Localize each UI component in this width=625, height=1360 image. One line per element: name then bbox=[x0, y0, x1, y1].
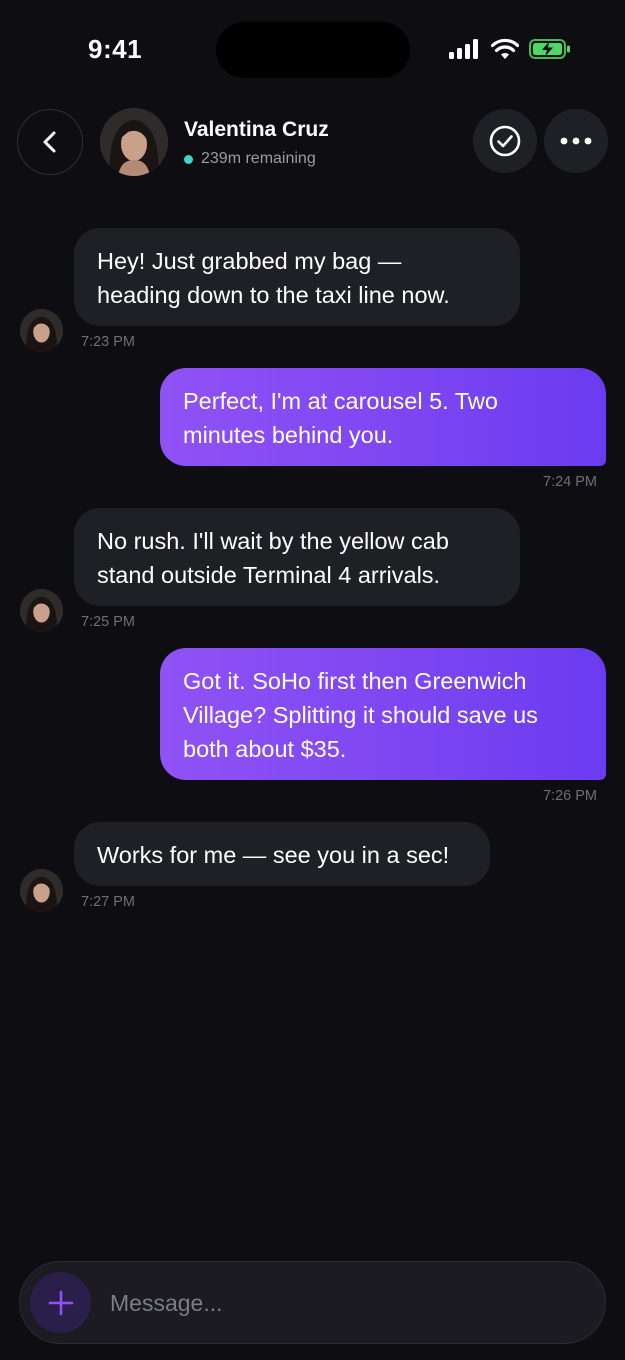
message-line: minutes behind you. bbox=[183, 422, 394, 448]
message-input[interactable] bbox=[110, 1282, 580, 1324]
avatar-portrait bbox=[20, 869, 63, 912]
message-line: stand outside Terminal 4 arrivals. bbox=[97, 562, 441, 588]
mark-complete-button[interactable] bbox=[473, 109, 537, 173]
back-button[interactable] bbox=[17, 109, 83, 175]
message-timestamp: 7:27 PM bbox=[81, 894, 135, 910]
plus-icon bbox=[48, 1290, 73, 1315]
sender-avatar[interactable] bbox=[20, 309, 63, 352]
presence-text: 239m remaining bbox=[201, 150, 316, 167]
avatar-portrait bbox=[100, 108, 168, 176]
status-time: 9:41 bbox=[88, 34, 143, 64]
dynamic-island bbox=[216, 22, 410, 78]
avatar-portrait bbox=[20, 589, 63, 632]
message-timestamp: 7:25 PM bbox=[81, 614, 135, 630]
online-indicator bbox=[184, 154, 193, 164]
message-line: Got it. SoHo first then Greenwich bbox=[183, 668, 527, 694]
more-options-button[interactable] bbox=[544, 109, 608, 173]
message-line: Hey! Just grabbed my bag — bbox=[97, 248, 402, 274]
ellipsis-icon bbox=[560, 137, 592, 145]
battery-charging-icon bbox=[529, 39, 570, 59]
contact-name: Valentina Cruz bbox=[184, 118, 329, 141]
incoming-message-bubble[interactable]: Works for me — see you in a sec! bbox=[74, 822, 490, 886]
status-icons bbox=[449, 38, 571, 60]
check-circle-icon bbox=[489, 125, 521, 157]
chat-header: Valentina Cruz 239m remaining bbox=[0, 108, 625, 176]
incoming-message-bubble[interactable]: No rush. I'll wait by the yellow cab sta… bbox=[74, 508, 520, 606]
sender-avatar[interactable] bbox=[20, 589, 63, 632]
message-line: Village? Splitting it should save us bbox=[183, 702, 538, 728]
incoming-message-bubble[interactable]: Hey! Just grabbed my bag — heading down … bbox=[74, 228, 520, 326]
sender-avatar[interactable] bbox=[20, 869, 63, 912]
message-timestamp: 7:23 PM bbox=[81, 334, 135, 350]
message-timestamp: 7:26 PM bbox=[543, 788, 597, 804]
add-attachment-button[interactable] bbox=[30, 1272, 91, 1333]
avatar-portrait bbox=[20, 309, 63, 352]
message-line: both about $35. bbox=[183, 736, 347, 762]
wifi-icon bbox=[491, 38, 519, 59]
chevron-left-icon bbox=[43, 131, 56, 153]
presence-status: 239m remaining bbox=[184, 150, 316, 168]
cellular-signal-icon bbox=[449, 39, 478, 59]
message-line: Perfect, I'm at carousel 5. Two bbox=[183, 388, 498, 414]
contact-avatar[interactable] bbox=[100, 108, 168, 176]
outgoing-message-bubble[interactable]: Perfect, I'm at carousel 5. Two minutes … bbox=[160, 368, 606, 466]
message-line: Works for me — see you in a sec! bbox=[97, 842, 450, 868]
message-line: No rush. I'll wait by the yellow cab bbox=[97, 528, 449, 554]
outgoing-message-bubble[interactable]: Got it. SoHo first then Greenwich Villag… bbox=[160, 648, 606, 780]
message-composer bbox=[19, 1261, 606, 1344]
message-line: heading down to the taxi line now. bbox=[97, 282, 450, 308]
message-timestamp: 7:24 PM bbox=[543, 474, 597, 490]
status-bar: 9:41 bbox=[0, 0, 625, 100]
